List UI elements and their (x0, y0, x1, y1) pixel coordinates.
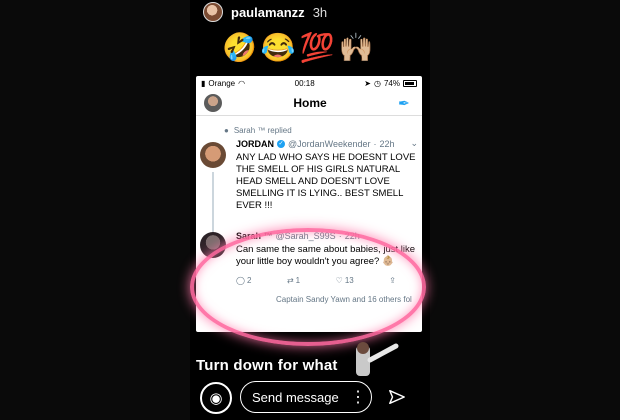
reply-text: Can same the same about babies, just lik… (236, 244, 416, 267)
right-letterbox (430, 0, 620, 420)
compose-icon: ✒ (398, 94, 410, 111)
tweet-screenshot: ▮ Orange ◠ 00:18 ➤ ◷ 74% Home ✒ ● Sarah … (196, 76, 422, 332)
verified-badge-icon: ✓ (277, 140, 286, 148)
replied-text: Sarah ™ replied (233, 125, 292, 135)
jordan-avatar (200, 142, 226, 168)
like-action: ♡ 13 (336, 276, 354, 285)
clock: 00:18 (294, 78, 315, 88)
comment-icon: ◯ (236, 276, 245, 285)
location-icon: ➤ (364, 78, 371, 88)
sticker-arm (367, 343, 399, 363)
wifi-icon: ◠ (238, 78, 246, 88)
tweet-author-handle: @JordanWeekender (288, 139, 371, 149)
status-bar: ▮ Orange ◠ 00:18 ➤ ◷ 74% (196, 76, 422, 90)
speech-bubble-icon: ● (224, 125, 229, 135)
more-options-icon[interactable]: ⋮ (350, 387, 366, 407)
story-username[interactable]: paulamanzz (231, 5, 305, 20)
reply-action: ◯ 2 (236, 276, 251, 285)
story-time: 3h (312, 4, 328, 20)
retweet-count: 1 (295, 276, 301, 285)
reply-header: Sarah ™ @Sarah_S99S · 22h (236, 230, 416, 242)
reply-count: 2 (246, 276, 252, 285)
chevron-down-icon: ⌄ (410, 138, 418, 148)
tweet-time: 22h (379, 139, 395, 149)
camera-button[interactable]: ◉ (200, 382, 232, 414)
retweet-icon: ⇄ (286, 276, 294, 285)
reply-tweet: Sarah ™ @Sarah_S99S · 22h Can same the s… (196, 224, 422, 304)
camera-icon: ◉ (209, 390, 223, 407)
share-action: ⇪ (389, 276, 396, 285)
message-placeholder: Send message (252, 389, 339, 405)
story-caption: Turn down for what (196, 357, 338, 374)
sticker-head (357, 342, 369, 354)
story-header: paulamanzz 3h (203, 2, 327, 22)
tweet-header: JORDAN ✓ @JordanWeekender · 22h (236, 138, 416, 150)
like-count: 13 (344, 276, 354, 285)
send-arrow (389, 389, 405, 405)
reply-time: 22h (344, 231, 360, 241)
original-tweet: JORDAN ✓ @JordanWeekender · 22h ⌄ ANY LA… (196, 138, 422, 234)
tweet-author-name: JORDAN (236, 139, 275, 149)
hundred-emoji: 💯 (299, 32, 335, 63)
raised-hands-emoji: 🙌🏼 (338, 32, 374, 63)
send-icon[interactable] (388, 388, 406, 406)
tweet-text: ANY LAD WHO SAYS HE DOESNT LOVE THE SMEL… (236, 152, 416, 211)
battery-icon (403, 79, 417, 87)
carrier-label: Orange (208, 78, 236, 88)
story-avatar[interactable] (203, 2, 223, 22)
share-icon: ⇪ (389, 276, 396, 285)
tweet-separator: · (373, 139, 377, 149)
reply-actions: ◯ 2 ⇄ 1 ♡ 13 ⇪ (236, 276, 396, 285)
signal-icon: ▮ (201, 78, 206, 88)
footer-note: Captain Sandy Yawn and 16 others fol (276, 295, 412, 304)
reply-author-handle: @Sarah_S99S (275, 231, 336, 241)
rofl-emoji: 🤣 (222, 32, 257, 63)
reply-separator: · (338, 231, 342, 241)
battery-percent: 74% (383, 78, 400, 88)
joy-emoji: 😂 (260, 32, 296, 63)
profile-avatar (204, 93, 222, 112)
alarm-icon: ◷ (374, 78, 381, 88)
replied-note: ● Sarah ™ replied (196, 122, 422, 138)
dance-sticker (356, 342, 399, 376)
nav-bar: Home ✒ (196, 90, 422, 116)
reply-author-name: Sarah ™ (236, 231, 273, 241)
nav-title: Home (293, 95, 327, 110)
heart-icon: ♡ (335, 276, 343, 285)
retweet-action: ⇄ 1 (287, 276, 300, 285)
left-letterbox (0, 0, 190, 420)
sarah-avatar (200, 232, 226, 258)
emoji-row: 🤣 😂 💯 🙌🏼 (222, 30, 374, 66)
